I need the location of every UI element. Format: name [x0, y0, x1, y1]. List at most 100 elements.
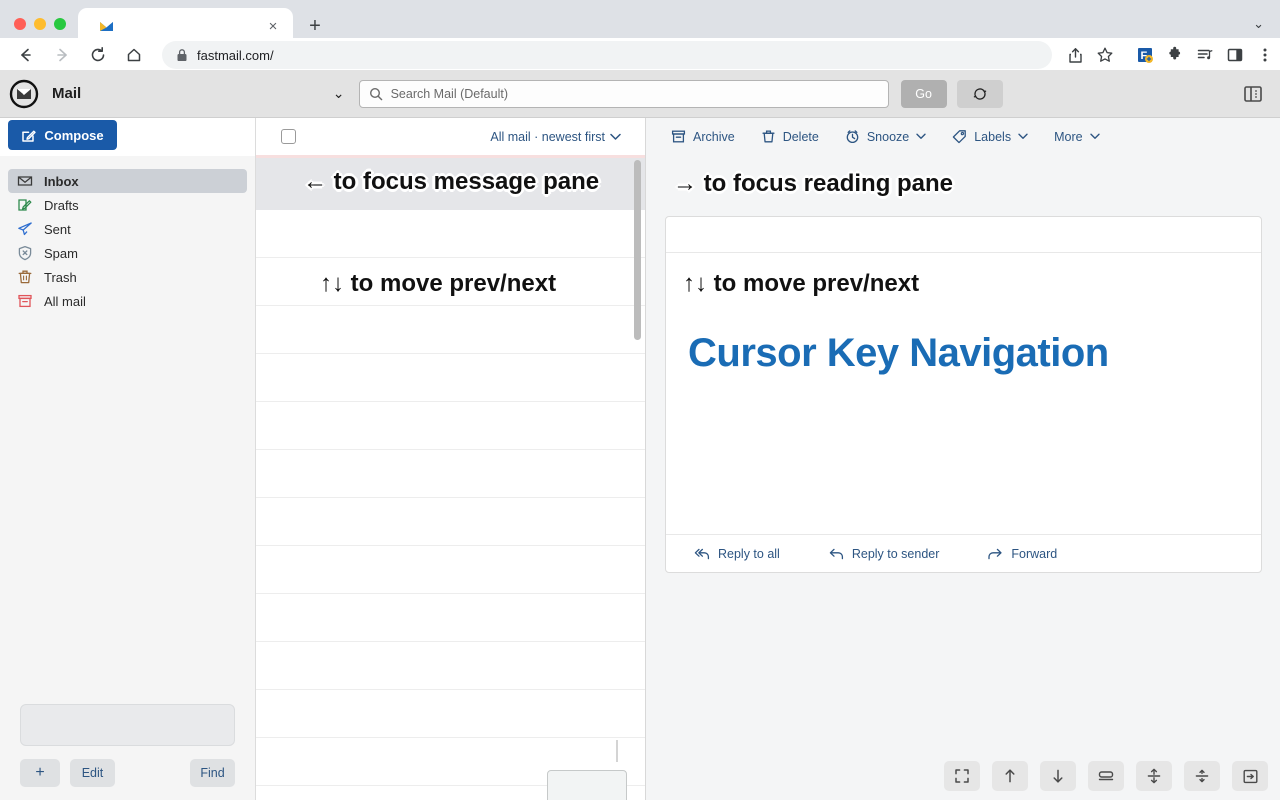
- compose-button[interactable]: Compose: [8, 120, 117, 150]
- search-go-button[interactable]: Go: [901, 80, 947, 108]
- panel-toggle-button[interactable]: [1240, 81, 1266, 107]
- side-panel-icon[interactable]: [1220, 40, 1250, 70]
- hint-focus-reading-pane: → to focus reading pane: [673, 170, 953, 198]
- sidebar-item-inbox[interactable]: Inbox: [8, 169, 247, 193]
- snooze-label: Snooze: [867, 130, 909, 144]
- search-input[interactable]: Search Mail (Default): [359, 80, 889, 108]
- delete-button[interactable]: Delete: [761, 129, 819, 144]
- add-folder-button[interactable]: +: [20, 759, 60, 787]
- forward-label: Forward: [1011, 547, 1057, 561]
- arrow-up-icon: [1002, 768, 1018, 784]
- sidebar-item-all-mail[interactable]: All mail: [8, 289, 247, 313]
- table-row[interactable]: [256, 690, 645, 738]
- maximize-window-button[interactable]: [54, 18, 66, 30]
- archive-button[interactable]: Archive: [671, 129, 735, 144]
- sidebar-item-label: Drafts: [44, 198, 79, 213]
- sidebar-bottom-area: + Edit Find: [0, 704, 255, 800]
- table-row[interactable]: [256, 402, 645, 450]
- chevron-down-icon: [916, 133, 926, 140]
- table-row[interactable]: [256, 642, 645, 690]
- exit-button[interactable]: [1232, 761, 1268, 791]
- split-compact-icon: [1194, 768, 1210, 784]
- chevron-down-icon: [1018, 133, 1028, 140]
- refresh-button[interactable]: [957, 80, 1003, 108]
- hint-move-prev-next-reading: ↑↓ to move prev/next: [683, 270, 919, 298]
- labels-button[interactable]: Labels: [952, 129, 1028, 144]
- sidebar-button-row: + Edit Find: [0, 746, 255, 800]
- browser-menu-icon[interactable]: [1250, 40, 1280, 70]
- reading-pane-toolbar: Archive Delete Snooze: [647, 118, 1280, 155]
- sidebar-item-trash[interactable]: Trash: [8, 265, 247, 289]
- reply-icon: [828, 547, 844, 561]
- home-button[interactable]: [118, 39, 150, 71]
- compose-area: Compose: [0, 118, 255, 156]
- address-bar[interactable]: fastmail.com/: [162, 41, 1052, 69]
- sidebar-item-label: Trash: [44, 270, 77, 285]
- spam-icon: [16, 245, 33, 262]
- bookmark-star-icon[interactable]: [1090, 40, 1120, 70]
- minimize-window-button[interactable]: [34, 18, 46, 30]
- search-icon: [369, 87, 383, 101]
- forward-icon: [987, 547, 1003, 561]
- message-list-scrollbar[interactable]: [634, 160, 641, 340]
- text-caret: [616, 740, 618, 762]
- sidebar-item-drafts[interactable]: Drafts: [8, 193, 247, 217]
- sent-icon: [16, 221, 33, 238]
- back-button[interactable]: [10, 39, 42, 71]
- table-row[interactable]: [256, 594, 645, 642]
- scroll-down-button[interactable]: [1040, 761, 1076, 791]
- arrow-down-icon: [1050, 768, 1066, 784]
- table-row[interactable]: [256, 354, 645, 402]
- sidebar-item-spam[interactable]: Spam: [8, 241, 247, 265]
- archive-label: Archive: [693, 130, 735, 144]
- trash-icon: [16, 269, 33, 286]
- scroll-up-button[interactable]: [992, 761, 1028, 791]
- address-bar-url: fastmail.com/: [197, 48, 274, 63]
- fastmail-logo-icon: [9, 79, 39, 109]
- edit-folders-button[interactable]: Edit: [70, 759, 115, 787]
- stacked-layout-button[interactable]: [1088, 761, 1124, 791]
- split-vertical-button[interactable]: [1136, 761, 1172, 791]
- forward-button[interactable]: [46, 39, 78, 71]
- close-icon[interactable]: ×: [263, 16, 283, 36]
- reply-to-all-button[interactable]: Reply to all: [694, 547, 780, 561]
- table-row[interactable]: [256, 450, 645, 498]
- float-toolbar: [944, 761, 1268, 791]
- table-row[interactable]: [256, 210, 645, 258]
- split-compact-button[interactable]: [1184, 761, 1220, 791]
- more-button[interactable]: More: [1054, 130, 1099, 144]
- mini-popup-box[interactable]: [547, 770, 627, 800]
- close-window-button[interactable]: [14, 18, 26, 30]
- f-plus-extension-icon[interactable]: F: [1130, 40, 1160, 70]
- sort-selector[interactable]: All mail · newest first: [490, 130, 621, 144]
- table-row[interactable]: [256, 306, 645, 354]
- find-button[interactable]: Find: [190, 759, 235, 787]
- exit-arrow-icon: [1242, 768, 1259, 785]
- snooze-button[interactable]: Snooze: [845, 129, 926, 144]
- table-row[interactable]: [256, 546, 645, 594]
- message-list-toolbar: All mail · newest first: [256, 118, 645, 155]
- inbox-icon: [16, 173, 33, 190]
- chevron-down-icon[interactable]: ⌄: [319, 85, 359, 102]
- compose-label: Compose: [44, 128, 103, 143]
- browser-omnibox-row: fastmail.com/ F: [0, 38, 1280, 72]
- reload-button[interactable]: [82, 39, 114, 71]
- select-all-checkbox[interactable]: [281, 129, 296, 144]
- app-header: Mail ⌄ Search Mail (Default) Go: [0, 70, 1280, 118]
- new-tab-button[interactable]: +: [301, 12, 329, 40]
- labels-label: Labels: [974, 130, 1011, 144]
- sidebar-item-sent[interactable]: Sent: [8, 217, 247, 241]
- extensions-puzzle-icon[interactable]: [1160, 40, 1190, 70]
- sidebar-item-label: All mail: [44, 294, 86, 309]
- table-row[interactable]: [256, 498, 645, 546]
- reply-to-sender-button[interactable]: Reply to sender: [828, 547, 940, 561]
- forward-button[interactable]: Forward: [987, 547, 1057, 561]
- app-body: Compose Inbox Drafts Sent: [0, 118, 1280, 800]
- share-icon[interactable]: [1060, 40, 1090, 70]
- chevron-down-icon: [1090, 133, 1100, 140]
- media-list-icon[interactable]: [1190, 40, 1220, 70]
- fullscreen-button[interactable]: [944, 761, 980, 791]
- all-mail-icon: [16, 293, 33, 310]
- chevron-down-icon[interactable]: ⌄: [1253, 16, 1264, 32]
- message-card-footer: Reply to all Reply to sender Forward: [666, 534, 1261, 572]
